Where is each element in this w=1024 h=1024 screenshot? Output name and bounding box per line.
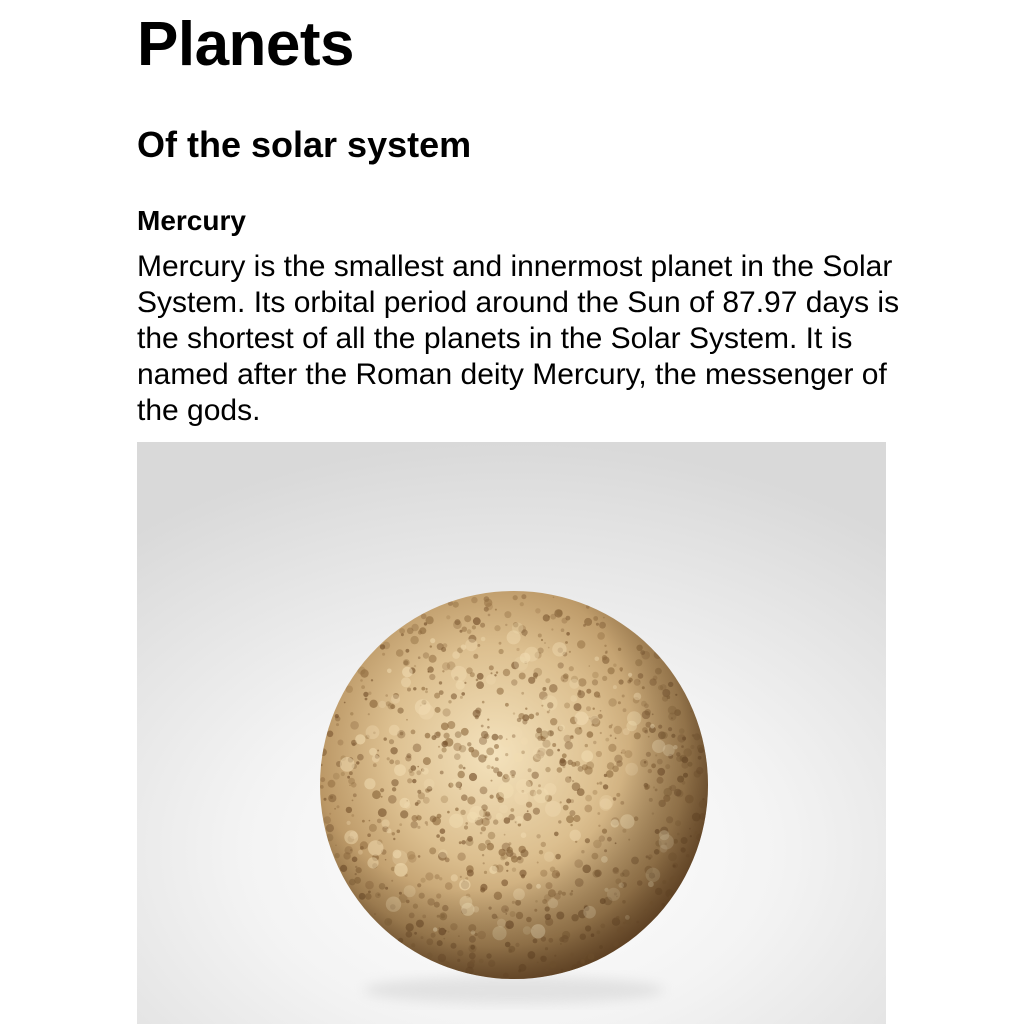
- page-subtitle: Of the solar system: [137, 124, 472, 165]
- mercury-planet-illustration: [320, 591, 708, 1004]
- planet-heading: Mercury: [137, 205, 246, 236]
- page-title: Planets: [137, 10, 355, 79]
- planet-image: [137, 442, 886, 1024]
- planet-description: Mercury is the smallest and innermost pl…: [137, 250, 900, 427]
